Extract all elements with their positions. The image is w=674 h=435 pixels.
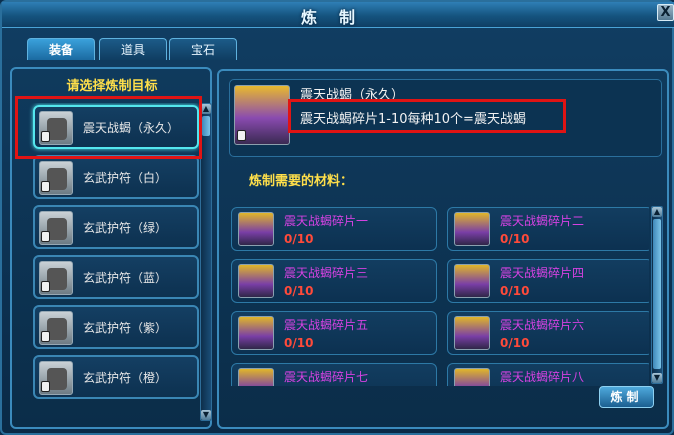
materials-heading: 炼制需要的材料：	[249, 174, 354, 189]
material-name: 震天战蝎碎片六	[500, 318, 585, 332]
material-count: 0/10	[500, 284, 530, 298]
arrow-up-icon[interactable]: ▲	[201, 104, 211, 114]
target-icon	[234, 85, 290, 145]
material-icon	[238, 316, 274, 350]
item-name: 震天战蝎（永久）	[83, 121, 180, 135]
lock-icon	[41, 381, 50, 392]
material-name: 震天战蝎碎片七	[284, 370, 369, 384]
scroll-thumb[interactable]	[202, 116, 210, 136]
material-icon	[454, 264, 490, 298]
list-item[interactable]: 震天战蝎（永久）	[33, 105, 199, 149]
item-name: 玄武护符（绿）	[83, 221, 168, 235]
material-slot[interactable]: 震天战蝎碎片七	[231, 363, 437, 386]
list-item[interactable]: 玄武护符（绿）	[33, 205, 199, 249]
arrow-up-icon[interactable]: ▲	[652, 207, 662, 217]
tab-gems[interactable]: 宝石	[169, 38, 237, 60]
list-item[interactable]: 玄武护符（白）	[33, 155, 199, 199]
material-slot[interactable]: 震天战蝎碎片三 0/10	[231, 259, 437, 303]
target-recipe: 震天战蝎碎片1-10每种10个=震天战蝎	[300, 112, 526, 127]
lock-icon	[237, 130, 246, 141]
scroll-thumb[interactable]	[653, 219, 661, 369]
tab-equipment[interactable]: 装备	[27, 38, 95, 60]
item-icon	[39, 211, 73, 245]
close-icon[interactable]: X	[657, 4, 674, 21]
lock-icon	[41, 231, 50, 242]
material-slot[interactable]: 震天战蝎碎片一 0/10	[231, 207, 437, 251]
lock-icon	[41, 131, 50, 142]
material-icon	[454, 368, 490, 386]
item-name: 玄武护符（紫）	[83, 321, 168, 335]
material-name: 震天战蝎碎片二	[500, 214, 585, 228]
arrow-down-icon[interactable]: ▼	[201, 410, 211, 420]
refine-window: 炼制 X 装备 道具 宝石 请选择炼制目标 震天战蝎（永久） 玄武护符（白） 玄…	[0, 0, 674, 435]
material-name: 震天战蝎碎片三	[284, 266, 369, 280]
item-icon	[39, 361, 73, 395]
target-list-panel: 请选择炼制目标 震天战蝎（永久） 玄武护符（白） 玄武护符（绿） 玄武护符（蓝）…	[10, 67, 212, 429]
item-icon	[39, 261, 73, 295]
material-icon	[454, 212, 490, 246]
target-list: 震天战蝎（永久） 玄武护符（白） 玄武护符（绿） 玄武护符（蓝） 玄武护符（紫）…	[24, 103, 206, 423]
refine-button[interactable]: 炼制	[599, 386, 654, 408]
material-icon	[238, 264, 274, 298]
item-icon	[39, 111, 73, 145]
material-count: 0/10	[284, 232, 314, 246]
lock-icon	[41, 331, 50, 342]
item-name: 玄武护符（白）	[83, 171, 168, 185]
lock-icon	[41, 181, 50, 192]
target-info: 震天战蝎（永久） 震天战蝎碎片1-10每种10个=震天战蝎	[229, 79, 662, 157]
material-name: 震天战蝎碎片八	[500, 370, 585, 384]
material-slot[interactable]: 震天战蝎碎片五 0/10	[231, 311, 437, 355]
arrow-down-icon[interactable]: ▼	[652, 373, 662, 383]
material-name: 震天战蝎碎片五	[284, 318, 369, 332]
target-name: 震天战蝎（永久）	[300, 88, 405, 103]
item-icon	[39, 311, 73, 345]
window-title: 炼制	[300, 8, 377, 27]
material-count: 0/10	[284, 284, 314, 298]
item-name: 玄武护符（橙）	[83, 371, 168, 385]
item-icon	[39, 161, 73, 195]
material-count: 0/10	[284, 336, 314, 350]
list-item[interactable]: 玄武护符（紫）	[33, 305, 199, 349]
material-slot[interactable]: 震天战蝎碎片四 0/10	[447, 259, 649, 303]
list-item[interactable]: 玄武护符（蓝）	[33, 255, 199, 299]
lock-icon	[41, 281, 50, 292]
material-icon	[238, 368, 274, 386]
target-list-scrollbar[interactable]: ▲ ▼	[200, 103, 212, 421]
refine-detail-panel: 震天战蝎（永久） 震天战蝎碎片1-10每种10个=震天战蝎 炼制需要的材料： 震…	[217, 69, 669, 429]
material-icon	[238, 212, 274, 246]
material-name: 震天战蝎碎片一	[284, 214, 369, 228]
material-name: 震天战蝎碎片四	[500, 266, 585, 280]
title-bar[interactable]: 炼制 X	[2, 2, 674, 28]
material-slot[interactable]: 震天战蝎碎片六 0/10	[447, 311, 649, 355]
item-name: 玄武护符（蓝）	[83, 271, 168, 285]
material-slot[interactable]: 震天战蝎碎片二 0/10	[447, 207, 649, 251]
material-slot[interactable]: 震天战蝎碎片八	[447, 363, 649, 386]
material-icon	[454, 316, 490, 350]
tab-items[interactable]: 道具	[99, 38, 167, 60]
materials-scrollbar[interactable]: ▲ ▼	[651, 206, 663, 384]
target-list-heading: 请选择炼制目标	[66, 79, 158, 94]
material-count: 0/10	[500, 336, 530, 350]
materials-grid: 震天战蝎碎片一 0/10 震天战蝎碎片二 0/10 震天战蝎碎片三 0/10 震…	[229, 201, 649, 386]
list-item[interactable]: 玄武护符（橙）	[33, 355, 199, 399]
material-count: 0/10	[500, 232, 530, 246]
